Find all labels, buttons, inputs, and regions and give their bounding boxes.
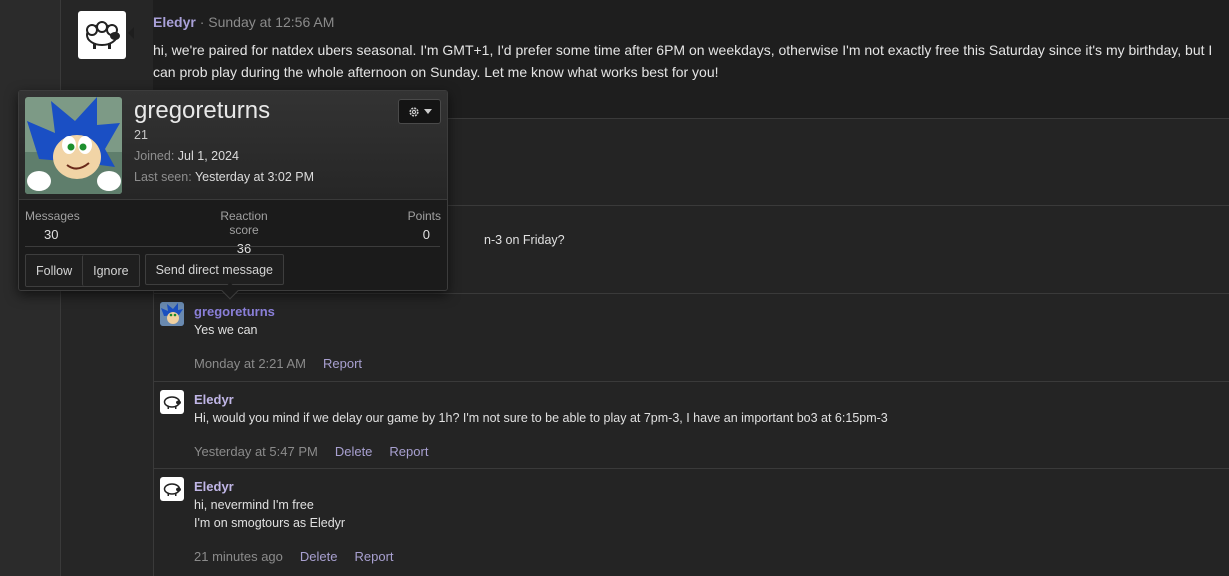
member-options-button[interactable] [398, 99, 441, 124]
comment-text: Hi, would you mind if we delay our game … [194, 411, 888, 425]
comment-author[interactable]: gregoreturns [194, 304, 275, 319]
stat-label: Messages [25, 209, 80, 223]
stat-points: Points 0 [408, 209, 441, 242]
comment-time[interactable]: Monday at 2:21 AM [194, 356, 306, 371]
joined-label: Joined: [134, 149, 175, 163]
stat-value[interactable]: 0 [408, 227, 441, 242]
post-author[interactable]: Eledyr [153, 14, 196, 30]
member-tooltip: gregoreturns 21 Joined: Jul 1, 2024 Last… [18, 90, 448, 300]
member-age: 21 [134, 128, 148, 142]
member-tooltip-header: gregoreturns 21 Joined: Jul 1, 2024 Last… [19, 91, 447, 200]
gear-icon [408, 106, 419, 117]
joined-value: Jul 1, 2024 [177, 149, 239, 163]
post-header: Eledyr · Sunday at 12:56 AM [153, 14, 334, 30]
comment-time[interactable]: Yesterday at 5:47 PM [194, 444, 318, 459]
eledyr-small-avatar[interactable] [160, 477, 184, 501]
stat-label: Reaction score [220, 209, 268, 237]
stat-value[interactable]: 30 [25, 227, 80, 242]
member-avatar[interactable] [25, 97, 122, 194]
delete-link[interactable]: Delete [335, 444, 373, 459]
post-time[interactable]: Sunday at 12:56 AM [208, 14, 334, 30]
follow-ignore-group: Follow Ignore [25, 254, 140, 287]
gregoreturns-small-avatar[interactable] [160, 302, 184, 326]
member-joined: Joined: Jul 1, 2024 [134, 149, 239, 163]
comment-author[interactable]: Eledyr [194, 392, 234, 407]
send-direct-message-button[interactable]: Send direct message [144, 254, 285, 285]
eledyr-small-avatar[interactable] [160, 390, 184, 414]
comment-actions: Monday at 2:21 AM Report [194, 356, 362, 371]
sheep-icon [86, 21, 120, 49]
comment-actions: Yesterday at 5:47 PM Delete Report [194, 444, 428, 459]
comment-actions: 21 minutes ago Delete Report [194, 549, 394, 564]
caret-down-icon [423, 109, 432, 114]
report-link[interactable]: Report [354, 549, 393, 564]
stat-label: Points [407, 209, 441, 223]
sonic-avatar-icon [25, 97, 122, 194]
comment-item: Eledyr hi, nevermind I'm free I'm on smo… [154, 468, 1229, 576]
comment-text: Yes we can [194, 323, 258, 337]
follow-button[interactable]: Follow [26, 255, 83, 286]
comment-text-line: I'm on smogtours as Eledyr [194, 516, 346, 530]
divider [25, 246, 440, 247]
member-last-seen: Last seen: Yesterday at 3:02 PM [134, 170, 314, 184]
sheep-icon [163, 396, 181, 409]
delete-link[interactable]: Delete [300, 549, 338, 564]
eledyr-avatar[interactable] [78, 11, 134, 59]
report-link[interactable]: Report [389, 444, 428, 459]
stat-messages: Messages 30 [25, 209, 80, 242]
ignore-button[interactable]: Ignore [82, 255, 139, 286]
comment-text-line: hi, nevermind I'm free [194, 498, 314, 512]
comment-item: Eledyr Hi, would you mind if we delay ou… [154, 381, 1229, 468]
last-seen-label: Last seen: [134, 170, 192, 184]
comment-text: n-3 on Friday? [484, 233, 565, 247]
member-name[interactable]: gregoreturns [134, 97, 270, 125]
report-link[interactable]: Report [323, 356, 362, 371]
header-separator: · [199, 14, 205, 30]
comment-author[interactable]: Eledyr [194, 479, 234, 494]
comment-time[interactable]: 21 minutes ago [194, 549, 283, 564]
member-action-buttons: Follow Ignore Send direct message [25, 254, 285, 287]
comment-item: gregoreturns Yes we can Monday at 2:21 A… [154, 293, 1229, 381]
stat-reaction-score: Reaction score 36 [204, 209, 284, 256]
sonic-avatar-icon [160, 302, 184, 326]
sheep-icon [163, 483, 181, 496]
last-seen-value: Yesterday at 3:02 PM [194, 170, 314, 184]
post-body: hi, we're paired for natdex ubers season… [153, 42, 1213, 80]
